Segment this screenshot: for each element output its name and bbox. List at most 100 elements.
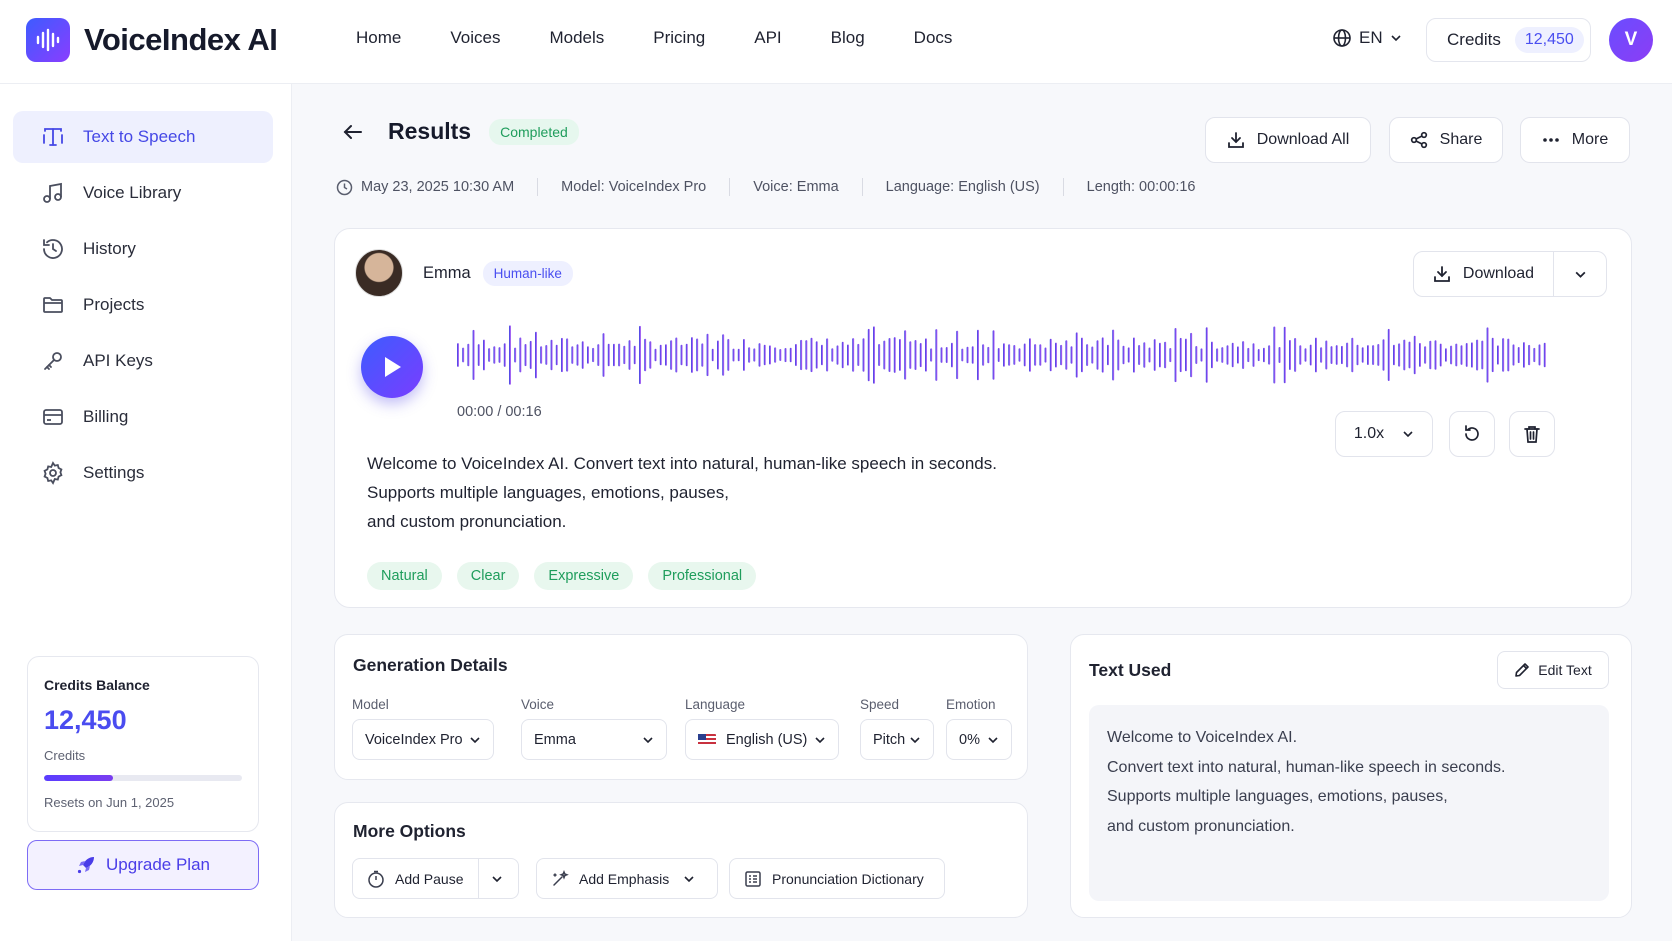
- sidebar-item-history[interactable]: History: [13, 223, 273, 275]
- waveform-bar: [535, 331, 537, 379]
- emotion-select[interactable]: 0%: [946, 719, 1012, 760]
- playback-speed-select[interactable]: 1.0x: [1335, 411, 1433, 457]
- sidebar-item-voice-library[interactable]: Voice Library: [13, 167, 273, 219]
- add-emphasis-control: Add Emphasis: [536, 858, 718, 899]
- nav-home[interactable]: Home: [356, 28, 401, 48]
- waveform-bar: [1408, 341, 1411, 369]
- credit-card-icon: [41, 405, 65, 429]
- more-button[interactable]: More: [1520, 117, 1630, 163]
- regenerate-button[interactable]: [1449, 411, 1495, 457]
- sidebar-item-settings[interactable]: Settings: [13, 447, 273, 499]
- sidebar-item-api-keys[interactable]: API Keys: [13, 335, 273, 387]
- download-button[interactable]: Download: [1414, 252, 1554, 296]
- sidebar-item-text-to-speech[interactable]: Text to Speech: [13, 111, 273, 163]
- status-badge: Completed: [489, 118, 579, 145]
- pronunciation-dictionary-label: Pronunciation Dictionary: [772, 870, 924, 887]
- folder-icon: [41, 293, 65, 317]
- delete-button[interactable]: [1509, 411, 1555, 457]
- waveform-bar: [467, 343, 470, 367]
- back-arrow-icon[interactable]: [342, 121, 364, 143]
- nav-api[interactable]: API: [754, 28, 781, 48]
- waveform-bar: [1434, 340, 1437, 370]
- upgrade-plan-button[interactable]: Upgrade Plan: [27, 840, 259, 890]
- pronunciation-dictionary-content: Pronunciation Dictionary: [730, 859, 938, 898]
- waveform-bar: [1346, 342, 1349, 368]
- nav-pricing[interactable]: Pricing: [653, 28, 705, 48]
- download-label: Download: [1462, 265, 1535, 282]
- add-pause-button[interactable]: Add Pause: [353, 859, 478, 898]
- sidebar-item-projects[interactable]: Projects: [13, 279, 273, 331]
- sidebar-item-label: Billing: [83, 407, 129, 426]
- download-options-toggle[interactable]: [1554, 252, 1606, 296]
- credits-pill[interactable]: Credits 12,450: [1426, 18, 1591, 62]
- audio-waveform[interactable]: [457, 323, 1553, 387]
- brand[interactable]: VoiceIndex AI: [26, 18, 278, 62]
- waveform-bar: [457, 343, 459, 367]
- download-all-button[interactable]: Download All: [1205, 117, 1371, 163]
- meta-divider: [1062, 178, 1064, 196]
- waveform-bar: [654, 348, 657, 362]
- meta-model: Model: VoiceIndex Pro: [561, 179, 707, 195]
- tag-expressive: Expressive: [534, 562, 634, 590]
- pronunciation-dictionary-button[interactable]: Pronunciation Dictionary: [729, 858, 945, 899]
- waveform-bar: [1013, 345, 1016, 365]
- waveform-bar: [623, 345, 626, 365]
- play-button[interactable]: [361, 336, 423, 398]
- voice-select[interactable]: Emma: [521, 719, 667, 760]
- field-label: Language: [685, 697, 746, 712]
- balance-value: 12,450: [44, 705, 127, 735]
- edit-text-button[interactable]: Edit Text: [1497, 651, 1609, 689]
- waveform-bar: [1398, 343, 1401, 367]
- sparkle-wand-icon: [551, 869, 569, 888]
- top-navigation: VoiceIndex AI Home Voices Models Pricing…: [0, 0, 1672, 84]
- waveform-bar: [1174, 328, 1177, 383]
- waveform-bar: [1164, 341, 1167, 369]
- user-avatar[interactable]: V: [1609, 18, 1653, 62]
- nav-models[interactable]: Models: [549, 28, 604, 48]
- waveform-bar: [498, 347, 501, 363]
- waveform-bar: [992, 330, 995, 380]
- waveform-bar: [1497, 345, 1499, 365]
- waveform-bar: [1367, 345, 1369, 365]
- script-line: and custom pronunciation.: [367, 512, 567, 531]
- sidebar-item-label: Text to Speech: [83, 127, 196, 146]
- model-select[interactable]: VoiceIndex Pro: [352, 719, 494, 760]
- nav-docs[interactable]: Docs: [914, 28, 953, 48]
- waveform-bar: [706, 333, 709, 377]
- add-emphasis-button[interactable]: Add Emphasis: [537, 859, 683, 898]
- waveform-bar: [982, 344, 985, 366]
- nav-blog[interactable]: Blog: [831, 28, 865, 48]
- waveform-bar: [1387, 328, 1390, 381]
- speaker-name: Emma: [423, 263, 471, 282]
- language-selector[interactable]: EN: [1332, 28, 1402, 48]
- waveform-bar: [659, 344, 662, 366]
- add-emphasis-options-toggle[interactable]: [683, 859, 701, 898]
- credits-label: Credits: [1447, 30, 1501, 49]
- playback-time: 00:00 / 00:16: [457, 404, 542, 420]
- waveform-bar: [1361, 347, 1364, 363]
- voice-value: Emma: [534, 731, 576, 748]
- nav-voices[interactable]: Voices: [450, 28, 500, 48]
- sidebar-item-billing[interactable]: Billing: [13, 391, 273, 443]
- waveform-bar: [1450, 345, 1453, 365]
- language-select[interactable]: English (US): [685, 719, 839, 760]
- waveform-bar: [961, 348, 964, 362]
- add-pause-options-toggle[interactable]: [477, 859, 515, 898]
- waveform-bar: [607, 343, 610, 367]
- emotion-field: Emotion 0%: [946, 697, 1012, 760]
- model-field: Model VoiceIndex Pro: [352, 697, 494, 760]
- waveform-bar: [805, 340, 808, 370]
- results-header: Results Completed: [342, 118, 579, 145]
- waveform-bar: [867, 328, 870, 382]
- waveform-bar: [1330, 346, 1333, 364]
- brand-name: VoiceIndex AI: [84, 22, 278, 57]
- waveform-bar: [1008, 344, 1011, 366]
- share-button[interactable]: Share: [1389, 117, 1503, 163]
- upgrade-plan-label: Upgrade Plan: [106, 855, 210, 874]
- meta-divider: [729, 178, 731, 196]
- language-value: English (US): [726, 731, 808, 748]
- speed-select[interactable]: Pitch: [860, 719, 934, 760]
- waveform-bar: [1159, 342, 1161, 368]
- add-emphasis-label: Add Emphasis: [579, 870, 670, 887]
- pencil-icon: [1514, 662, 1530, 678]
